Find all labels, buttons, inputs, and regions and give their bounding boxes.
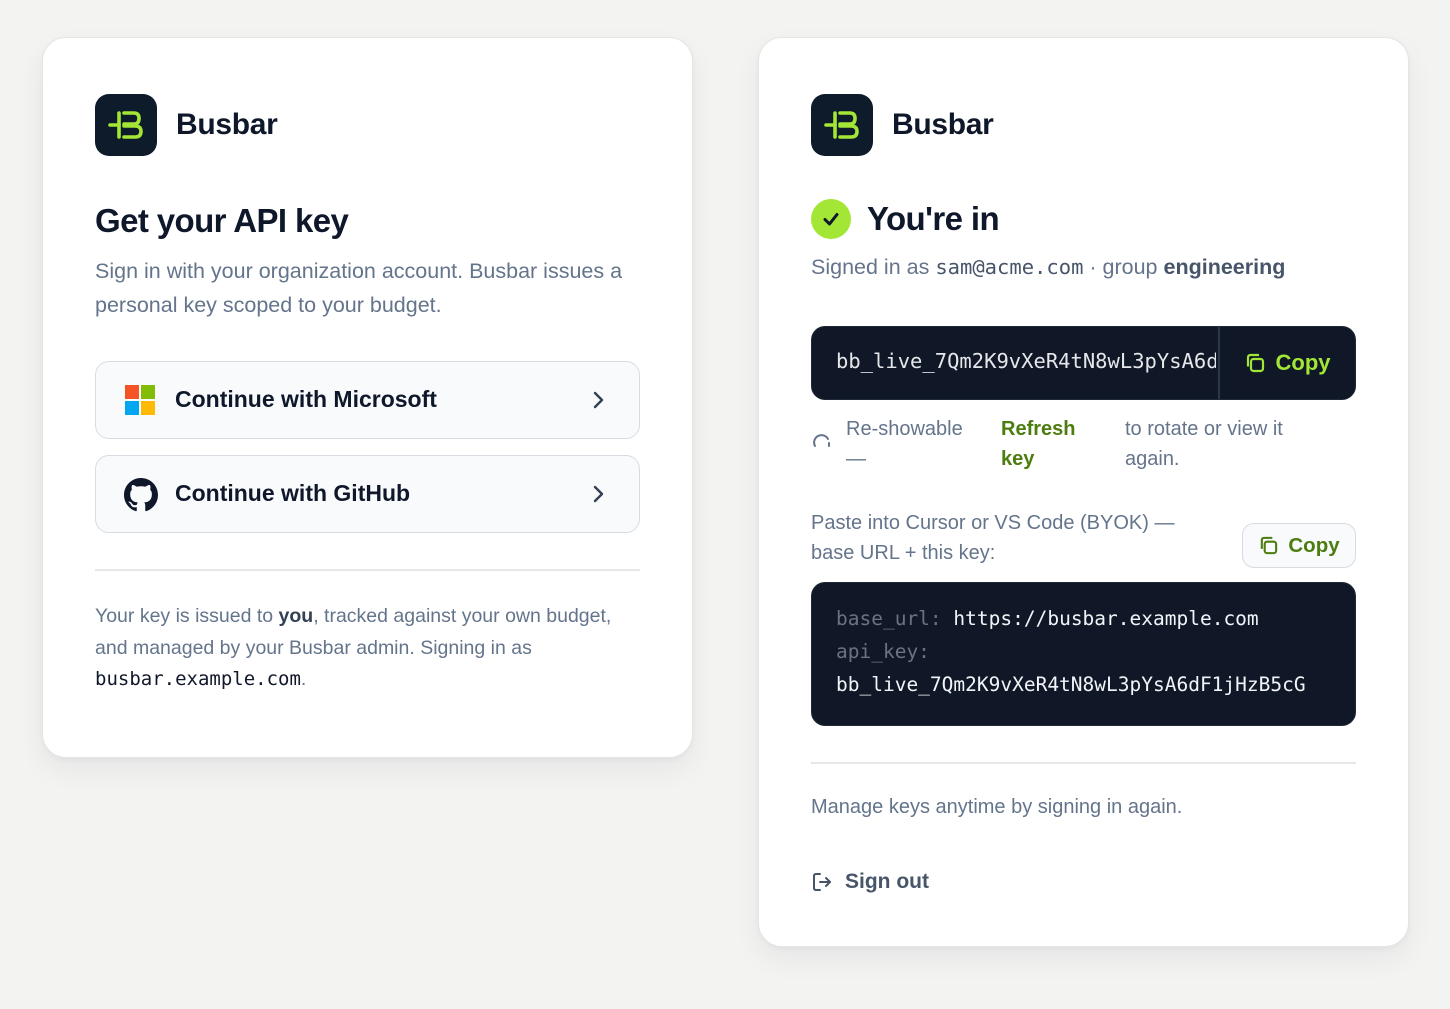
config-code-block: base_url: https://busbar.example.com api… [811, 582, 1356, 726]
rotate-hint-text: to rotate or view it again. [1125, 418, 1283, 470]
chevron-right-icon [587, 389, 609, 411]
sign-out-button[interactable]: Sign out [811, 870, 929, 894]
reshowable-text: Re-showable — [846, 418, 963, 470]
brand-name: Busbar [892, 108, 994, 141]
signed-in-info: Signed in as sam@acme.com · group engine… [811, 255, 1286, 279]
api-key-value[interactable]: bb_live_7Qm2K9vXeR4tN8wL3pYsA6dF1jHzB5cG [836, 349, 1216, 373]
busbar-logo-icon [95, 94, 157, 156]
check-circle-icon [811, 199, 851, 239]
login-card: Busbar Get your API key Sign in with you… [42, 37, 693, 758]
microsoft-button-label: Continue with Microsoft [175, 386, 437, 412]
success-card: Busbar You're in Signed in as sam@acme.c… [758, 37, 1409, 947]
paste-instructions: Paste into Cursor or VS Code (BYOK) — ba… [811, 512, 1175, 564]
api-key-label-line: api_key: [836, 640, 930, 663]
microsoft-logo-icon [124, 384, 156, 416]
continue-with-microsoft-button[interactable]: Continue with Microsoft [95, 361, 640, 439]
busbar-logo-icon [811, 94, 873, 156]
page-title: Get your API key [95, 202, 349, 239]
success-heading: You're in [811, 199, 1000, 239]
divider [811, 762, 1356, 764]
key-issuance-note: Your key is issued to you, tracked again… [95, 605, 612, 690]
refresh-icon [811, 431, 833, 453]
success-title: You're in [867, 200, 1000, 237]
page-subtitle: Sign in with your organization account. … [95, 259, 623, 317]
copy-config-button[interactable]: Copy [1242, 523, 1356, 568]
github-logo-icon [124, 478, 158, 512]
divider [95, 569, 640, 571]
brand: Busbar [95, 94, 278, 156]
refresh-key-link[interactable]: Refresh key [1001, 414, 1091, 474]
continue-with-github-button[interactable]: Continue with GitHub [95, 455, 640, 533]
user-email: sam@acme.com [935, 255, 1084, 279]
chevron-right-icon [587, 483, 609, 505]
brand-name: Busbar [176, 108, 278, 141]
api-key-config-value: bb_live_7Qm2K9vXeR4tN8wL3pYsA6dF1jHzB5cG [836, 673, 1306, 696]
copy-icon [1261, 536, 1278, 555]
base-url-line: base_url: https://busbar.example.com [836, 607, 1259, 630]
copy-icon [1246, 353, 1264, 373]
base-url-value: https://busbar.example.com [953, 607, 1259, 630]
manage-keys-text: Manage keys anytime by signing in again. [811, 796, 1183, 818]
domain-text: busbar.example.com [95, 668, 301, 690]
sign-out-icon [813, 873, 831, 891]
github-button-label: Continue with GitHub [175, 480, 411, 506]
copy-key-button[interactable]: Copy [1219, 327, 1355, 399]
api-key-box: bb_live_7Qm2K9vXeR4tN8wL3pYsA6dF1jHzB5cG… [811, 326, 1356, 400]
brand: Busbar [811, 94, 994, 156]
user-group: engineering [1163, 255, 1286, 279]
api-key-line: bb_live_7Qm2K9vXeR4tN8wL3pYsA6dF1jHzB5cG [836, 673, 1306, 696]
